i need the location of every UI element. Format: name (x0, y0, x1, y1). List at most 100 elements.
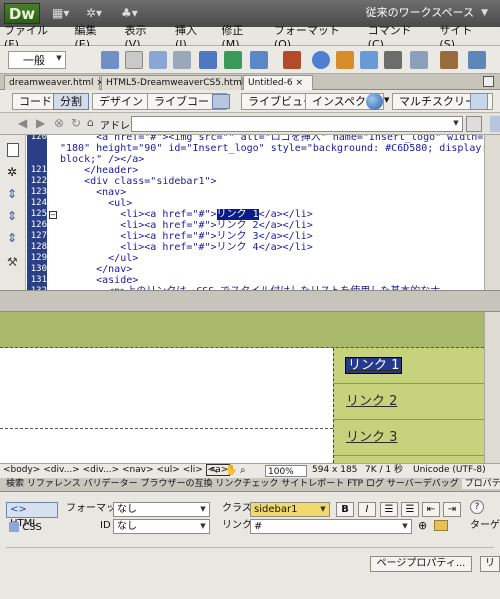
insert-category-select[interactable]: 一般 ▼ (8, 51, 66, 69)
help-icon[interactable]: ? (470, 500, 484, 514)
zoom-tool-icon[interactable]: ⌕ (240, 464, 246, 477)
tag-selector: <body> <div...> <div...> <nav> <ul> <li>… (3, 464, 231, 477)
table-icon[interactable] (199, 51, 217, 69)
horizontal-rule-icon[interactable] (173, 51, 191, 69)
tag-div[interactable]: <div...> (83, 465, 120, 475)
tab-dreamweaver-html[interactable]: dreamweaver.html × (4, 75, 104, 90)
link-input[interactable]: # ▼ (250, 519, 412, 534)
code-lines: 120 <a href="#"><img src="" alt="ロゴを挿入" … (0, 135, 487, 290)
indent-icon[interactable]: ⇥ (443, 502, 461, 517)
templates-icon[interactable] (468, 51, 486, 69)
restore-window-icon[interactable] (483, 76, 494, 87)
tag-body[interactable]: <body> (3, 465, 40, 475)
widget-icon[interactable] (312, 51, 330, 69)
unordered-list-icon[interactable]: ☰ (380, 502, 398, 517)
tab-site-report[interactable]: サイトレポート (281, 479, 344, 489)
line-number: 122 (27, 176, 47, 187)
design-view-button[interactable]: デザイン (92, 93, 150, 110)
bold-button[interactable]: B (336, 502, 354, 517)
id-label: ID (100, 520, 111, 531)
split-view-button[interactable]: 分割 (53, 93, 89, 110)
html-mode-button[interactable]: <> HTML (6, 502, 58, 529)
class-select[interactable]: sidebar1 ▼ (250, 502, 330, 517)
browse-folder-icon[interactable] (434, 520, 448, 531)
home-icon[interactable]: ⌂ (87, 116, 94, 129)
point-to-file-icon[interactable]: ⊕ (418, 519, 427, 532)
address-input[interactable]: ▼ (131, 116, 463, 132)
design-view[interactable]: リンク 1 リンク 2 リンク 3 (0, 312, 500, 463)
sidebar-link-2[interactable]: リンク 2 (334, 384, 485, 420)
code-scrollbar[interactable] (484, 135, 500, 290)
image-icon[interactable] (250, 51, 268, 69)
date-icon[interactable] (336, 51, 354, 69)
comment-icon[interactable] (384, 51, 402, 69)
code-line: <li><a href="#">リンク 4</a></li> (60, 242, 313, 253)
script-icon[interactable] (440, 51, 458, 69)
workspace-switcher[interactable]: 従来のワークスペース (366, 4, 474, 22)
italic-button[interactable]: I (358, 502, 376, 517)
tab-ftp-log[interactable]: FTP ログ (347, 479, 384, 489)
page-properties-button[interactable]: ページプロパティ... (370, 556, 472, 572)
ordered-list-icon[interactable]: ☰ (401, 502, 419, 517)
tag-ul[interactable]: <ul> (157, 465, 180, 475)
code-fold-icon[interactable]: − (49, 211, 57, 219)
sidebar-link-3[interactable]: リンク 3 (334, 420, 485, 456)
id-select[interactable]: なし ▼ (113, 519, 210, 534)
chevron-down-icon[interactable]: ▼ (384, 96, 389, 104)
tab-properties[interactable]: プロパティ (461, 479, 500, 489)
tag-nav[interactable]: <nav> (122, 465, 154, 475)
code-line: </nav> (60, 264, 133, 275)
inspector-divider (6, 547, 494, 548)
browse-folder-icon[interactable] (466, 116, 482, 132)
back-icon[interactable]: ◀ (18, 116, 27, 130)
hyperlink-icon[interactable] (101, 51, 119, 69)
gear-icon[interactable]: ✲▾ (86, 6, 102, 21)
split-view-divider[interactable] (0, 290, 500, 312)
layout-icon[interactable]: ▦▾ (52, 6, 69, 21)
refresh-icon[interactable]: ↻ (71, 116, 81, 130)
outdent-icon[interactable]: ⇤ (422, 502, 440, 517)
tab-reference[interactable]: リファレンス (27, 479, 81, 489)
preview-globe-icon[interactable] (366, 93, 383, 110)
css-mode-button[interactable]: CSS (9, 521, 42, 535)
tag-li[interactable]: <li> (183, 465, 203, 475)
chevron-down-icon: ▼ (200, 505, 206, 513)
tab-server-debug[interactable]: サーバーデバッグ (387, 479, 459, 489)
design-scrollbar[interactable] (484, 312, 500, 463)
div-icon[interactable] (224, 51, 242, 69)
close-icon[interactable]: × (295, 78, 303, 88)
line-number: 126 (27, 220, 47, 231)
tag-div[interactable]: <div...> (43, 465, 80, 475)
tab-link-check[interactable]: リンクチェック (215, 479, 278, 489)
list-item-button[interactable]: リ (480, 556, 500, 572)
stop-icon[interactable]: ⊗ (54, 116, 64, 130)
check-browser-icon[interactable] (212, 94, 230, 109)
server-side-include-icon[interactable] (360, 51, 378, 69)
named-anchor-icon[interactable] (149, 51, 167, 69)
head-icon[interactable] (410, 51, 428, 69)
tab-untitled-6[interactable]: Untitled-6 × (243, 75, 313, 90)
select-tool-icon[interactable]: ↖ (210, 464, 218, 477)
format-select[interactable]: なし ▼ (113, 502, 210, 517)
tab-browser-compat[interactable]: ブラウザーの互換 (140, 479, 212, 489)
window-size[interactable]: 594 x 185 (312, 464, 357, 477)
chevron-down-icon: ▼ (402, 522, 408, 530)
zoom-select[interactable]: 100% (265, 465, 307, 477)
chevron-down-icon: ▼ (320, 505, 326, 513)
code-view[interactable]: ✲ ⇕ ⇕ ⇕ ⚒ 120 <a href="#"><img src="" al… (0, 135, 500, 290)
tab-validator[interactable]: バリデーター (84, 479, 138, 489)
code-view-button[interactable]: コード (12, 93, 59, 110)
email-link-icon[interactable] (125, 51, 143, 69)
sidebar-link-1[interactable]: リンク 1 (334, 348, 485, 384)
site-icon[interactable]: ♣▾ (121, 6, 138, 21)
options-icon[interactable] (490, 116, 500, 132)
tab-search[interactable]: 検索 (6, 479, 24, 489)
tab-html5-dreamweavercs5[interactable]: HTML5-DreamweaverCS5.html* × (101, 75, 259, 90)
code-line: <a href="#"><img src="" alt="ロゴを挿入" name… (60, 135, 484, 143)
view-options-icon[interactable] (470, 93, 488, 110)
chevron-down-icon[interactable]: ▼ (481, 4, 488, 22)
hand-tool-icon[interactable]: ✋ (225, 464, 237, 477)
media-icon[interactable] (283, 51, 301, 69)
forward-icon[interactable]: ▶ (36, 116, 45, 130)
chevron-down-icon: ▼ (56, 54, 62, 62)
